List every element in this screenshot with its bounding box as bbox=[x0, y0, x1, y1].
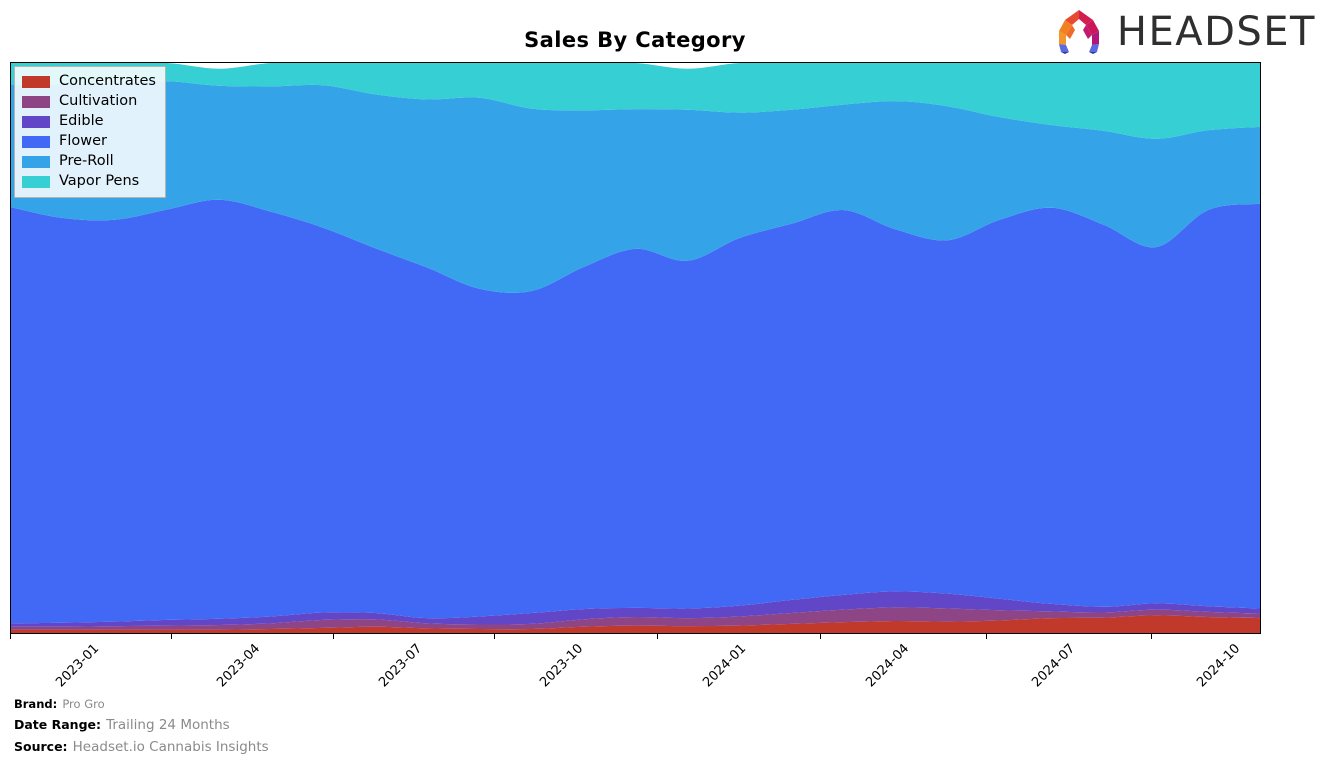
legend-item-concentrates[interactable]: Concentrates bbox=[22, 73, 156, 90]
x-tick-mark bbox=[10, 634, 11, 639]
x-tick-mark bbox=[171, 634, 172, 639]
x-tick-label: 2023-10 bbox=[537, 641, 587, 691]
legend-swatch-pre-roll bbox=[22, 155, 50, 168]
x-tick-label: 2024-10 bbox=[1194, 641, 1244, 691]
footer-source-key: Source: bbox=[14, 738, 68, 754]
area-series-flower bbox=[11, 199, 1260, 624]
legend-label-edible: Edible bbox=[59, 113, 104, 130]
legend-item-edible[interactable]: Edible bbox=[22, 113, 156, 130]
legend-swatch-cultivation bbox=[22, 95, 50, 108]
x-tick-label: 2024-07 bbox=[1029, 641, 1079, 691]
footer-source-value: Headset.io Cannabis Insights bbox=[72, 738, 269, 755]
legend-label-vapor-pens: Vapor Pens bbox=[59, 173, 140, 190]
x-tick-label: 2023-07 bbox=[376, 641, 426, 691]
legend-label-flower: Flower bbox=[59, 133, 107, 150]
legend-item-pre-roll[interactable]: Pre-Roll bbox=[22, 153, 156, 170]
legend-label-pre-roll: Pre-Roll bbox=[59, 153, 114, 170]
chart-plot-area bbox=[10, 62, 1261, 634]
x-tick-mark bbox=[1151, 634, 1152, 639]
x-tick-label: 2023-01 bbox=[53, 641, 103, 691]
legend-item-vapor-pens[interactable]: Vapor Pens bbox=[22, 173, 156, 190]
footer-brand-key: Brand: bbox=[14, 697, 58, 711]
footer-date-range-key: Date Range: bbox=[14, 717, 101, 733]
x-tick-label: 2023-04 bbox=[214, 641, 264, 691]
x-tick-mark bbox=[986, 634, 987, 639]
x-tick-mark bbox=[657, 634, 658, 639]
legend-swatch-concentrates bbox=[22, 75, 50, 88]
footer-source: Source: Headset.io Cannabis Insights bbox=[14, 735, 269, 757]
legend-item-cultivation[interactable]: Cultivation bbox=[22, 93, 156, 110]
legend-item-flower[interactable]: Flower bbox=[22, 133, 156, 150]
chart-page: Sales By Category HEADSET Concentrates C… bbox=[0, 0, 1324, 755]
footer-date-range-value: Trailing 24 Months bbox=[106, 717, 230, 734]
legend-swatch-edible bbox=[22, 115, 50, 128]
stacked-area-chart bbox=[11, 63, 1260, 633]
footer-brand: Brand: Pro Gro bbox=[14, 692, 269, 713]
footer-date-range: Date Range: Trailing 24 Months bbox=[14, 713, 269, 735]
x-tick-label: 2024-04 bbox=[863, 641, 913, 691]
legend-swatch-vapor-pens bbox=[22, 175, 50, 188]
x-tick-mark bbox=[494, 634, 495, 639]
x-tick-label: 2024-01 bbox=[700, 641, 750, 691]
chart-footer: Brand: Pro Gro Date Range: Trailing 24 M… bbox=[14, 692, 269, 757]
headset-logo: HEADSET bbox=[1051, 6, 1316, 58]
x-tick-mark bbox=[820, 634, 821, 639]
chart-legend: Concentrates Cultivation Edible Flower P… bbox=[14, 66, 166, 198]
logo-wordmark: HEADSET bbox=[1116, 9, 1316, 55]
legend-label-cultivation: Cultivation bbox=[59, 93, 138, 110]
legend-swatch-flower bbox=[22, 135, 50, 148]
x-tick-mark bbox=[333, 634, 334, 639]
headset-arch-logo-icon bbox=[1058, 10, 1099, 54]
legend-label-concentrates: Concentrates bbox=[59, 73, 156, 90]
footer-brand-value: Pro Gro bbox=[62, 697, 105, 711]
